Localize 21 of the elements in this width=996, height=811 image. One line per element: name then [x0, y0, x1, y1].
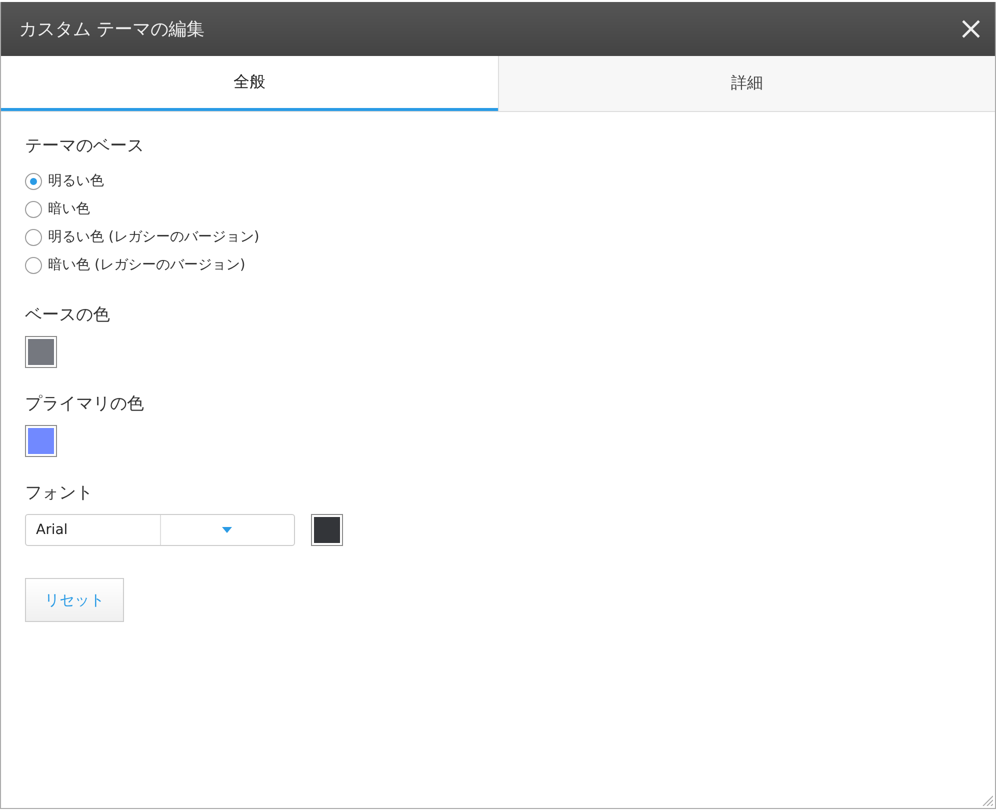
radio-option[interactable]: 暗い色 (レガシーのバージョン): [25, 251, 246, 279]
radio-option[interactable]: 明るい色 (レガシーのバージョン): [25, 223, 260, 251]
color-swatch[interactable]: [311, 514, 343, 546]
dialog-title: カスタム テーマの編集: [19, 18, 205, 41]
resize-grip-icon[interactable]: [982, 795, 993, 806]
section-label: プライマリの色: [25, 393, 144, 415]
color-swatch[interactable]: [25, 425, 57, 457]
radio-button[interactable]: [25, 228, 42, 246]
section-label: テーマのベース: [25, 135, 144, 157]
radio-button[interactable]: [25, 256, 42, 274]
radio-option[interactable]: 明るい色: [25, 167, 104, 195]
radio-option[interactable]: 暗い色: [25, 195, 90, 223]
caret-icon: [222, 527, 232, 533]
color-swatch[interactable]: [25, 336, 57, 368]
section-label: フォント: [25, 482, 93, 504]
section-label: ベースの色: [25, 304, 110, 326]
font-dropdown[interactable]: Arial: [25, 514, 295, 546]
radio-button[interactable]: [25, 172, 42, 190]
radio-button[interactable]: [25, 200, 42, 218]
tab[interactable]: 詳細: [498, 56, 995, 111]
close-icon: [961, 19, 981, 39]
